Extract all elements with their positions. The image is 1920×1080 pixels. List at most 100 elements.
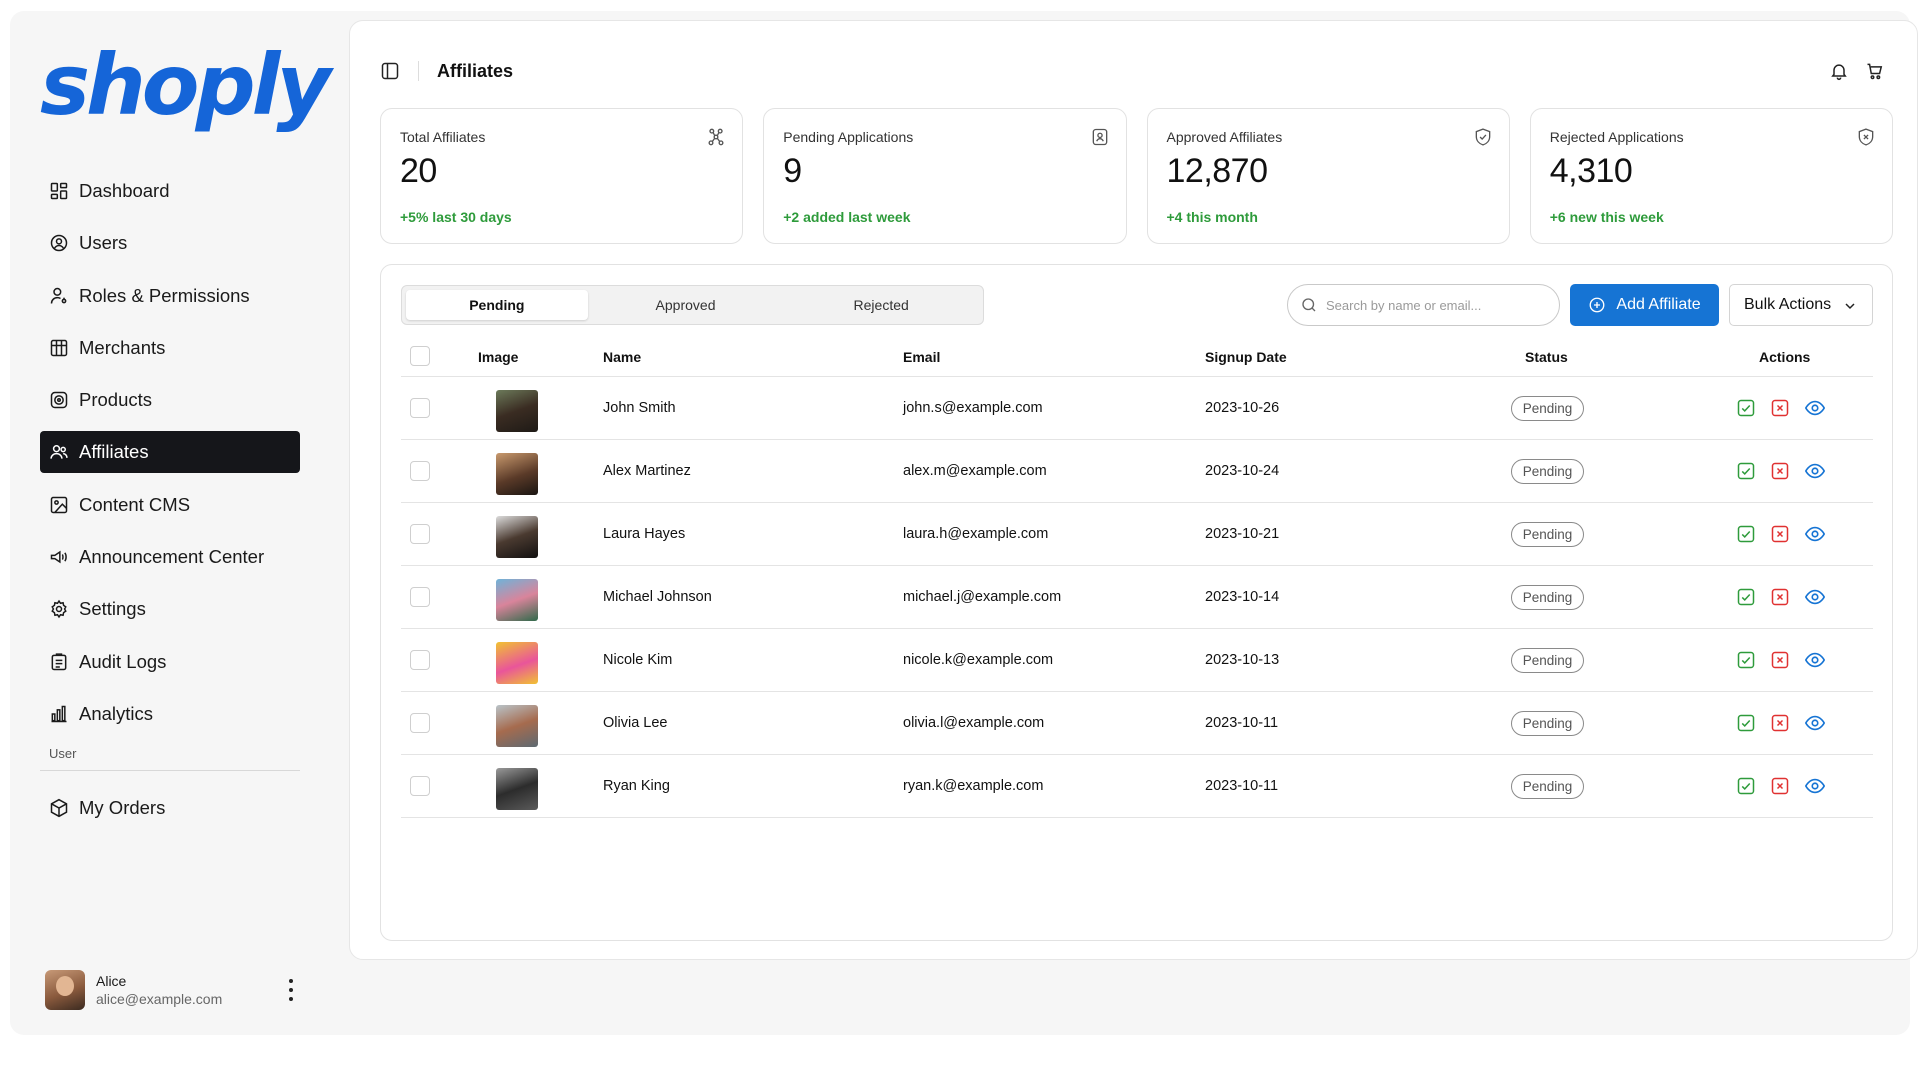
approve-icon[interactable]: [1736, 587, 1756, 607]
row-checkbox[interactable]: [410, 524, 430, 544]
reject-icon[interactable]: [1770, 776, 1790, 796]
sidebar-item-analytics[interactable]: Analytics: [40, 693, 300, 735]
approve-icon[interactable]: [1736, 524, 1756, 544]
table-row[interactable]: Olivia Lee olivia.l@example.com 2023-10-…: [401, 692, 1873, 755]
row-checkbox[interactable]: [410, 461, 430, 481]
bell-icon[interactable]: [1829, 61, 1849, 81]
package-icon: [50, 391, 68, 409]
view-icon[interactable]: [1804, 775, 1826, 797]
affiliate-email: michael.j@example.com: [903, 589, 1062, 605]
megaphone-icon: [50, 550, 67, 564]
affiliate-name: Alex Martinez: [603, 463, 691, 479]
sidebar-item-label: Announcement Center: [79, 546, 265, 568]
sidebar-item-my-orders[interactable]: My Orders: [40, 787, 300, 829]
approve-icon[interactable]: [1736, 776, 1756, 796]
stats-row: Total Affiliates 20 +5% last 30 days Pen…: [380, 108, 1893, 244]
user-name: Alice: [96, 973, 127, 989]
sidebar-item-dashboard[interactable]: Dashboard: [40, 170, 300, 212]
row-checkbox[interactable]: [410, 587, 430, 607]
view-icon[interactable]: [1804, 649, 1826, 671]
table-row[interactable]: Michael Johnson michael.j@example.com 20…: [401, 566, 1873, 629]
bulk-actions-dropdown[interactable]: Bulk Actions: [1729, 284, 1873, 326]
column-header-status[interactable]: Status: [1525, 349, 1568, 365]
stat-card-pending-applications: Pending Applications 9 +2 added last wee…: [763, 108, 1127, 244]
more-options-icon[interactable]: [289, 979, 295, 1001]
stat-trend: +4 this month: [1166, 209, 1258, 225]
table-row[interactable]: Laura Hayes laura.h@example.com 2023-10-…: [401, 503, 1873, 566]
row-checkbox[interactable]: [410, 776, 430, 796]
table-row[interactable]: Ryan King ryan.k@example.com 2023-10-11 …: [401, 755, 1873, 818]
affiliate-name: Olivia Lee: [603, 715, 668, 731]
stat-value: 4,310: [1549, 152, 1633, 190]
affiliate-name: Michael Johnson: [603, 589, 712, 605]
status-badge: Pending: [1511, 585, 1584, 610]
sidebar-item-label: Analytics: [79, 702, 154, 724]
approve-icon[interactable]: [1736, 650, 1756, 670]
affiliate-avatar: [496, 390, 538, 432]
status-badge: Pending: [1511, 774, 1584, 799]
reject-icon[interactable]: [1770, 461, 1790, 481]
sidebar-item-settings[interactable]: Settings: [40, 588, 300, 630]
status-badge: Pending: [1511, 711, 1584, 736]
cart-icon[interactable]: [1865, 61, 1885, 81]
add-affiliate-button[interactable]: Add Affiliate: [1570, 284, 1719, 326]
sidebar-nav: Dashboard Users Roles & Permissions Merc…: [40, 170, 300, 840]
table-row[interactable]: John Smith john.s@example.com 2023-10-26…: [401, 377, 1873, 440]
reject-icon[interactable]: [1770, 650, 1790, 670]
reject-icon[interactable]: [1770, 398, 1790, 418]
affiliate-email: alex.m@example.com: [903, 463, 1047, 479]
sidebar-item-label: My Orders: [79, 797, 166, 819]
stat-value: 20: [400, 152, 437, 190]
select-all-checkbox[interactable]: [410, 346, 430, 366]
row-checkbox[interactable]: [410, 650, 430, 670]
view-icon[interactable]: [1804, 460, 1826, 482]
affiliate-name: Ryan King: [603, 778, 670, 794]
stat-label: Approved Affiliates: [1166, 129, 1283, 145]
tab-pending[interactable]: Pending: [406, 290, 588, 320]
reject-icon[interactable]: [1770, 713, 1790, 733]
sidebar-item-label: Audit Logs: [79, 650, 167, 672]
table-row[interactable]: Alex Martinez alex.m@example.com 2023-10…: [401, 440, 1873, 503]
tab-approved[interactable]: Approved: [588, 290, 784, 320]
brand-logo[interactable]: shoply: [40, 35, 331, 135]
sidebar-item-merchants[interactable]: Merchants: [40, 327, 300, 369]
view-icon[interactable]: [1804, 397, 1826, 419]
approve-icon[interactable]: [1736, 713, 1756, 733]
sidebar-toggle-icon[interactable]: [380, 61, 400, 81]
approve-icon[interactable]: [1736, 461, 1756, 481]
tab-rejected[interactable]: Rejected: [783, 290, 979, 320]
stat-card-rejected-applications: Rejected Applications 4,310 +6 new this …: [1529, 108, 1893, 244]
search-box: [1287, 284, 1560, 326]
row-checkbox[interactable]: [410, 398, 430, 418]
sidebar-item-content-cms[interactable]: Content CMS: [40, 484, 300, 526]
row-checkbox[interactable]: [410, 713, 430, 733]
sidebar-item-products[interactable]: Products: [40, 379, 300, 421]
search-input[interactable]: [1326, 297, 1546, 313]
approve-icon[interactable]: [1736, 398, 1756, 418]
stat-card-total-affiliates: Total Affiliates 20 +5% last 30 days: [380, 108, 744, 244]
gear-icon: [51, 600, 67, 619]
sidebar-item-users[interactable]: Users: [40, 222, 300, 264]
view-icon[interactable]: [1804, 586, 1826, 608]
main-panel: Affiliates Total Affiliates 20 +5% last …: [349, 20, 1918, 960]
reject-icon[interactable]: [1770, 524, 1790, 544]
column-header-name[interactable]: Name: [603, 349, 641, 365]
affiliate-name: Nicole Kim: [603, 652, 673, 668]
user-profile[interactable]: Alice alice@example.com: [45, 968, 305, 1012]
add-affiliate-label: Add Affiliate: [1616, 296, 1701, 313]
sidebar-item-audit-logs[interactable]: Audit Logs: [40, 641, 300, 683]
status-tabs: Pending Approved Rejected: [401, 285, 984, 325]
reject-icon[interactable]: [1770, 587, 1790, 607]
column-header-email[interactable]: Email: [903, 349, 940, 365]
view-icon[interactable]: [1804, 712, 1826, 734]
affiliate-name: John Smith: [603, 400, 676, 416]
sidebar-item-roles-permissions[interactable]: Roles & Permissions: [40, 275, 300, 317]
affiliate-signup-date: 2023-10-11: [1205, 778, 1279, 794]
sidebar-item-label: Affiliates: [79, 441, 149, 463]
sidebar-item-announcement-center[interactable]: Announcement Center: [40, 536, 300, 578]
view-icon[interactable]: [1804, 523, 1826, 545]
table-row[interactable]: Nicole Kim nicole.k@example.com 2023-10-…: [401, 629, 1873, 692]
sidebar-item-affiliates[interactable]: Affiliates: [40, 431, 300, 474]
column-header-signup-date[interactable]: Signup Date: [1205, 349, 1287, 365]
stat-label: Rejected Applications: [1549, 129, 1684, 145]
